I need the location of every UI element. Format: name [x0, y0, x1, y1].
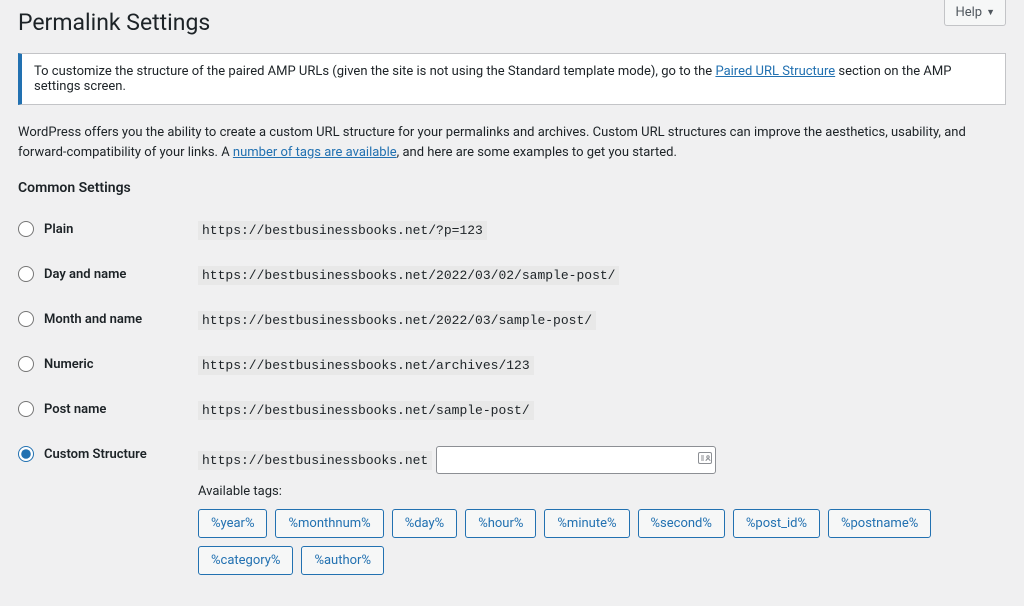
option-row-day: Day and name https://bestbusinessbooks.n…	[18, 253, 1006, 298]
radio-day[interactable]	[18, 266, 34, 282]
chevron-down-icon: ▼	[986, 7, 995, 18]
tag-category[interactable]: %category%	[198, 546, 293, 575]
tag-second[interactable]: %second%	[638, 509, 725, 538]
code-plain: https://bestbusinessbooks.net/?p=123	[198, 221, 487, 240]
intro-text: WordPress offers you the ability to crea…	[18, 123, 1006, 162]
code-month: https://bestbusinessbooks.net/2022/03/sa…	[198, 311, 596, 330]
option-row-postname: Post name https://bestbusinessbooks.net/…	[18, 388, 1006, 433]
option-row-plain: Plain https://bestbusinessbooks.net/?p=1…	[18, 208, 1006, 253]
amp-notice: To customize the structure of the paired…	[18, 53, 1006, 105]
code-postname: https://bestbusinessbooks.net/sample-pos…	[198, 401, 534, 420]
radio-custom[interactable]	[18, 446, 34, 462]
tag-author[interactable]: %author%	[301, 546, 384, 575]
notice-text-pre: To customize the structure of the paired…	[34, 64, 715, 79]
intro-link[interactable]: number of tags are available	[233, 145, 397, 160]
radio-postname[interactable]	[18, 401, 34, 417]
custom-structure-input[interactable]	[436, 446, 716, 474]
page-title: Permalink Settings	[18, 0, 1006, 48]
option-row-numeric: Numeric https://bestbusinessbooks.net/ar…	[18, 343, 1006, 388]
code-day: https://bestbusinessbooks.net/2022/03/02…	[198, 266, 619, 285]
label-postname: Post name	[44, 402, 106, 417]
tag-postname[interactable]: %postname%	[828, 509, 931, 538]
tags-row: %year% %monthnum% %day% %hour% %minute% …	[198, 509, 1006, 575]
radio-plain[interactable]	[18, 221, 34, 237]
tag-year[interactable]: %year%	[198, 509, 267, 538]
radio-numeric[interactable]	[18, 356, 34, 372]
radio-month[interactable]	[18, 311, 34, 327]
label-numeric: Numeric	[44, 357, 94, 372]
label-day: Day and name	[44, 267, 126, 282]
option-row-custom: Custom Structure https://bestbusinessboo…	[18, 433, 1006, 588]
label-month: Month and name	[44, 312, 142, 327]
common-settings-heading: Common Settings	[18, 180, 1006, 196]
tag-monthnum[interactable]: %monthnum%	[275, 509, 383, 538]
help-label: Help	[955, 5, 982, 20]
settings-table: Plain https://bestbusinessbooks.net/?p=1…	[18, 208, 1006, 588]
help-tab[interactable]: Help ▼	[944, 0, 1006, 26]
page-wrap: Help ▼ Permalink Settings To customize t…	[0, 0, 1024, 606]
available-tags-label: Available tags:	[198, 484, 1006, 499]
tag-minute[interactable]: %minute%	[544, 509, 629, 538]
code-numeric: https://bestbusinessbooks.net/archives/1…	[198, 356, 534, 375]
notice-link[interactable]: Paired URL Structure	[715, 64, 835, 79]
custom-prefix: https://bestbusinessbooks.net	[198, 451, 432, 470]
option-row-month: Month and name https://bestbusinessbooks…	[18, 298, 1006, 343]
intro-post: , and here are some examples to get you …	[397, 145, 677, 160]
label-plain: Plain	[44, 222, 73, 237]
label-custom: Custom Structure	[44, 447, 147, 462]
tag-postid[interactable]: %post_id%	[733, 509, 820, 538]
tag-hour[interactable]: %hour%	[465, 509, 536, 538]
tag-day[interactable]: %day%	[392, 509, 458, 538]
